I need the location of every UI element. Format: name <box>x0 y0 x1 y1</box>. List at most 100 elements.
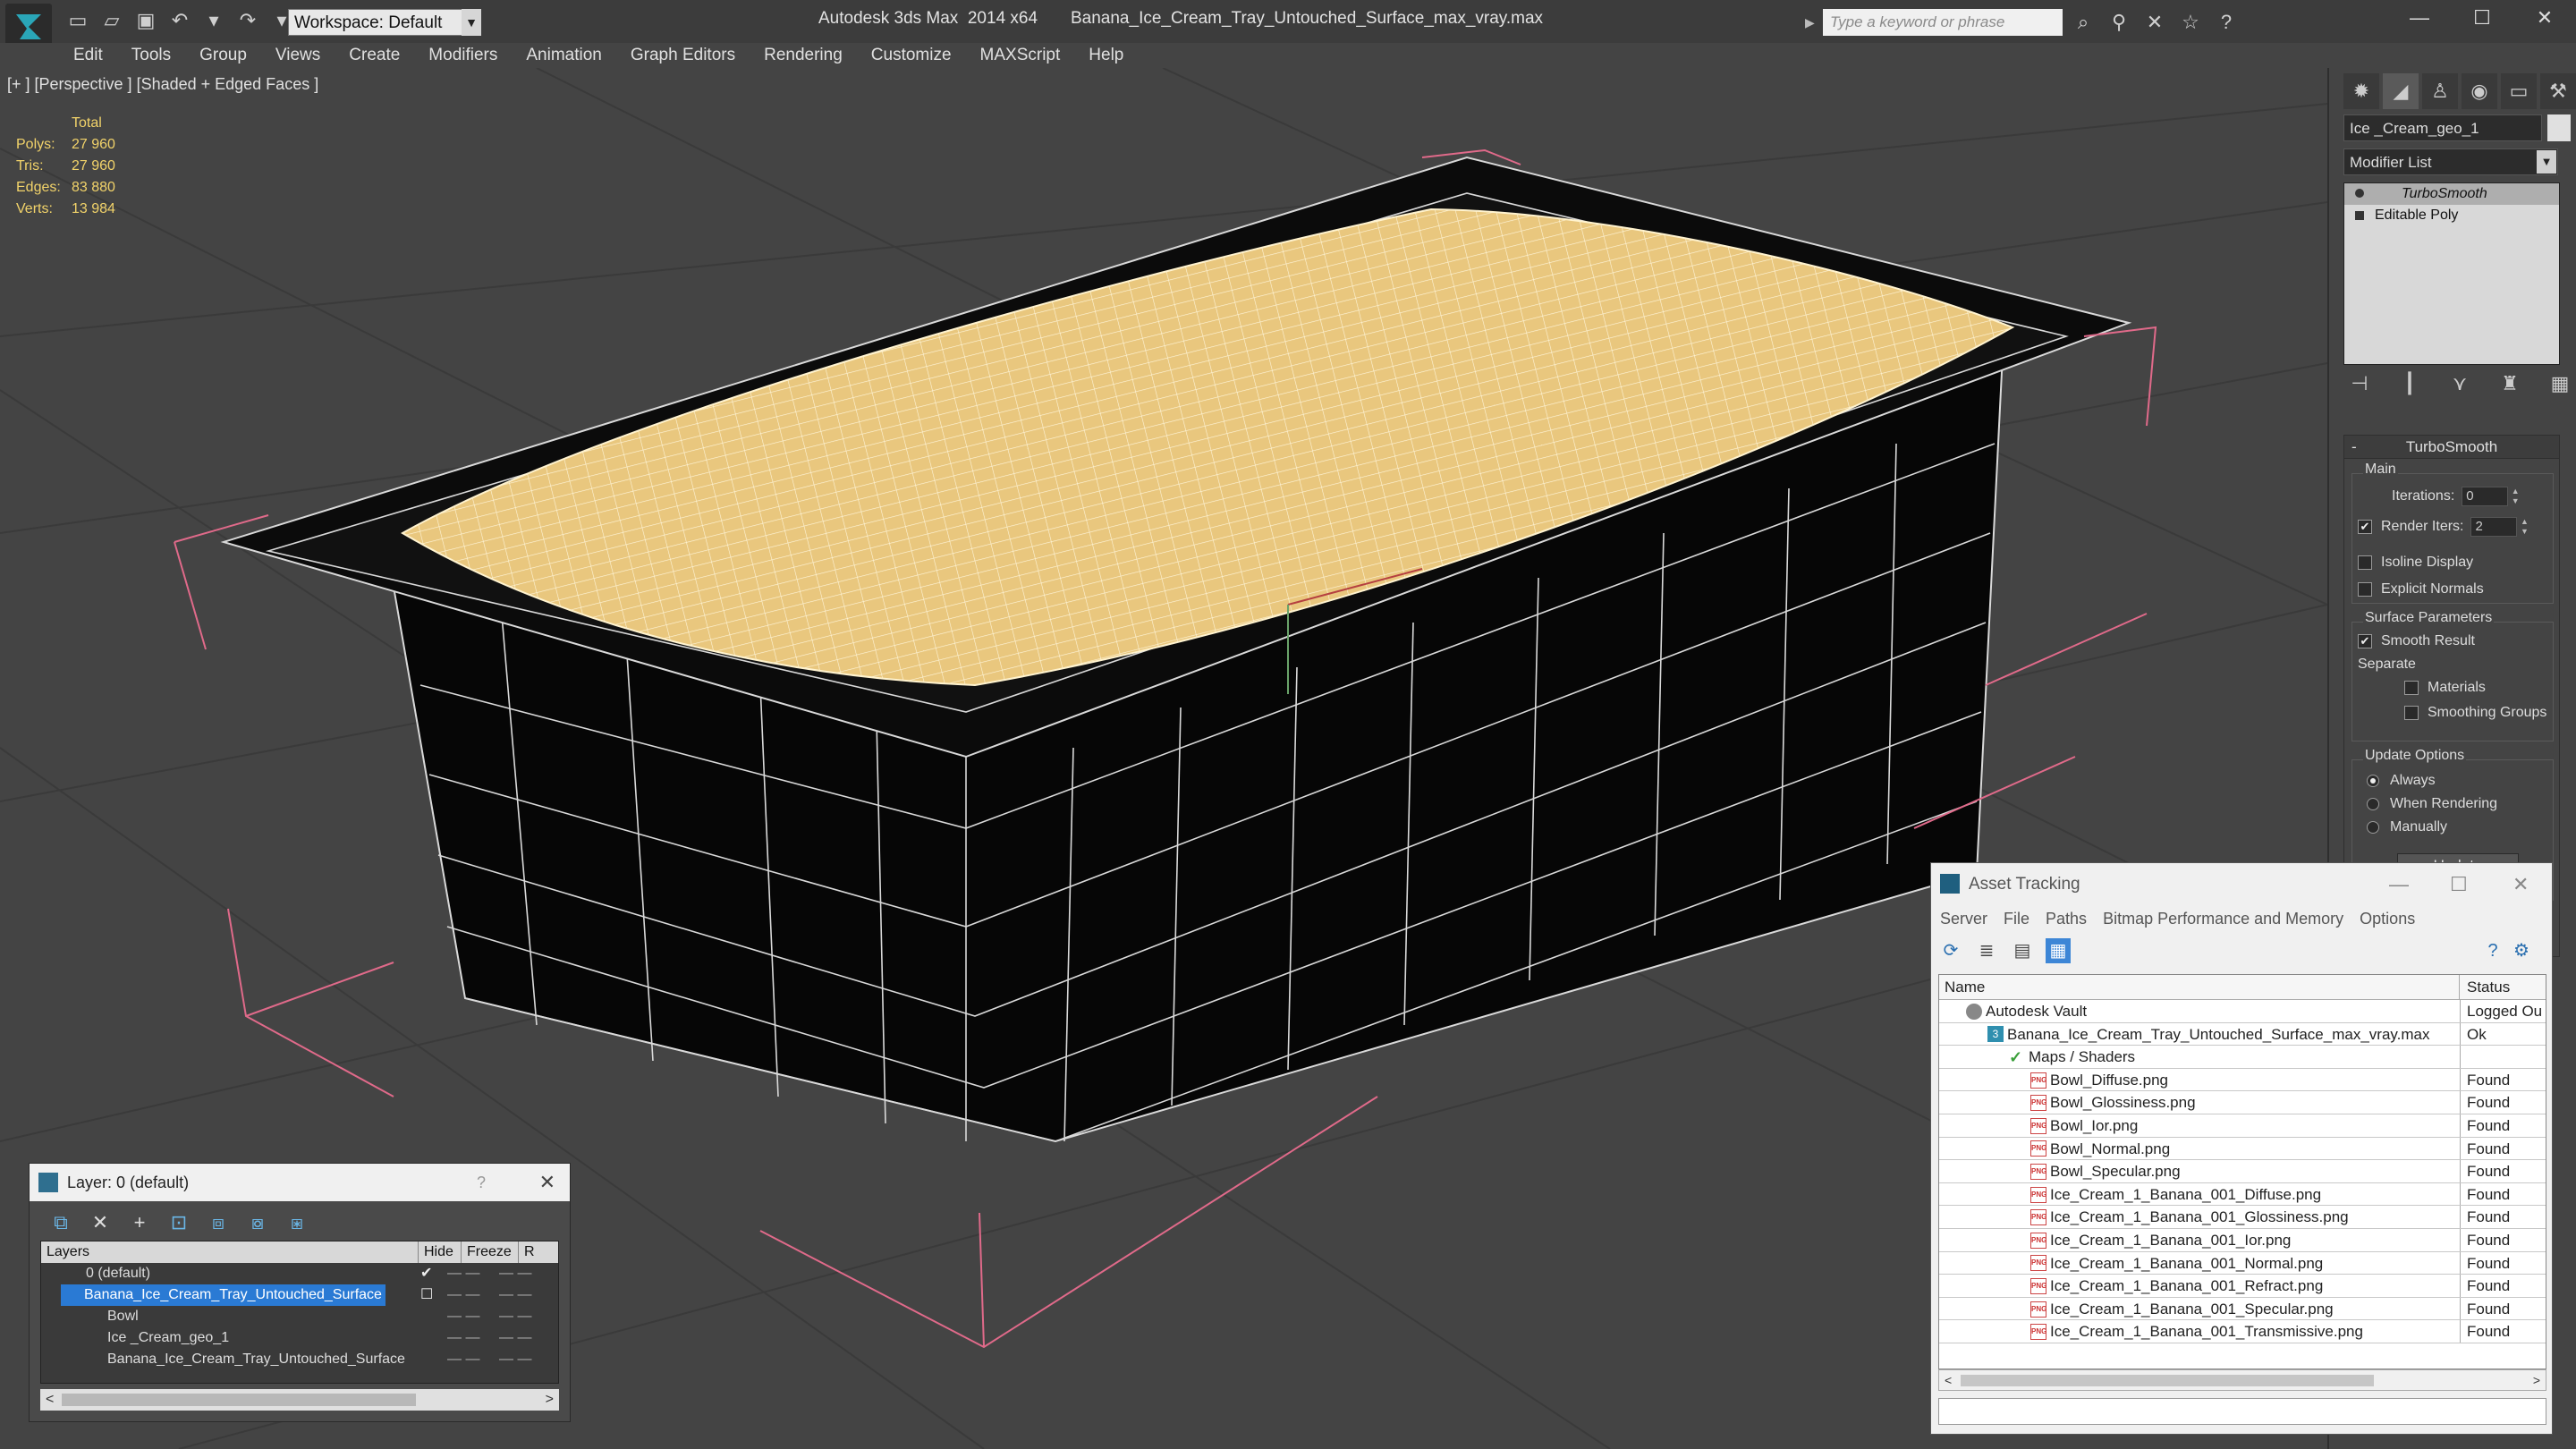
save-icon[interactable]: ▣ <box>132 7 159 34</box>
asset-row[interactable]: PNG Bowl_Diffuse.png Found <box>1939 1068 2546 1092</box>
manually-radio[interactable] <box>2367 821 2379 834</box>
show-end-result-icon[interactable]: ┃ <box>2394 372 2426 399</box>
hide-all-icon[interactable]: ⧇ <box>244 1210 271 1235</box>
remove-modifier-icon[interactable]: ♜ <box>2494 372 2526 399</box>
search-input[interactable]: Type a keyword or phrase <box>1823 9 2063 36</box>
always-radio[interactable] <box>2367 775 2379 787</box>
asset-horizontal-scrollbar[interactable]: < > <box>1938 1369 2546 1391</box>
menu-help[interactable]: Help <box>1074 43 1138 68</box>
asset-row[interactable]: PNG Ice_Cream_1_Banana_001_Diffuse.png Fou… <box>1939 1182 2546 1207</box>
spinner-arrows-icon[interactable]: ▲ ▼ <box>2519 517 2529 537</box>
asset-path-field[interactable] <box>1938 1398 2546 1425</box>
scroll-thumb[interactable] <box>1961 1375 2374 1386</box>
menu-customize[interactable]: Customize <box>857 43 966 68</box>
asset-row[interactable]: PNG Bowl_Normal.png Found <box>1939 1137 2546 1161</box>
search-expand-icon[interactable]: ▶ <box>1805 9 1819 36</box>
utilities-tab-icon[interactable]: ⚒ <box>2540 73 2576 109</box>
layer-row[interactable]: Bowl — — — — <box>41 1306 558 1327</box>
layer-row[interactable]: Banana_Ice_Cream_Tray_Untouched_Surface … <box>41 1284 558 1306</box>
subscription-icon[interactable]: ⚲ <box>2106 9 2132 36</box>
workspace-dropdown[interactable]: Workspace: Default <box>288 9 481 36</box>
smooth-result-checkbox[interactable]: ✔ <box>2358 634 2372 648</box>
chevron-down-icon[interactable]: ▼ <box>462 9 481 36</box>
menu-animation[interactable]: Animation <box>512 43 616 68</box>
layer-dialog-titlebar[interactable]: Layer: 0 (default) ? ✕ <box>30 1164 570 1201</box>
open-file-icon[interactable]: ▱ <box>98 7 125 34</box>
maximize-button[interactable]: ☐ <box>2451 0 2513 39</box>
asset-row[interactable]: 3 Banana_Ice_Cream_Tray_Untouched_Surface… <box>1939 1022 2546 1046</box>
add-to-layer-icon[interactable]: + <box>126 1210 153 1235</box>
layer-row[interactable]: Ice _Cream_geo_1 — — — — <box>41 1327 558 1349</box>
modify-tab-icon[interactable]: ◢ <box>2383 73 2419 109</box>
layer-row[interactable]: 0 (default) ✔ — — — — <box>41 1263 558 1284</box>
menu-options[interactable]: Options <box>2360 906 2415 931</box>
make-unique-icon[interactable]: ⋎ <box>2444 372 2476 399</box>
asset-row[interactable]: PNG Ice_Cream_1_Banana_001_Ior.png Found <box>1939 1228 2546 1252</box>
help-icon[interactable]: ? <box>2213 9 2240 36</box>
column-layers[interactable]: Layers <box>41 1241 419 1263</box>
freeze-all-icon[interactable]: ⧆ <box>284 1210 310 1235</box>
asset-row[interactable]: PNG Bowl_Ior.png Found <box>1939 1114 2546 1138</box>
object-name-field[interactable]: Ice _Cream_geo_1 <box>2343 114 2542 141</box>
binoculars-icon[interactable]: ⌕ <box>2070 9 2097 36</box>
column-freeze[interactable]: Freeze <box>462 1241 519 1263</box>
close-icon[interactable]: ✕ <box>539 1164 555 1201</box>
minimize-button[interactable]: — <box>2388 0 2451 39</box>
create-tab-icon[interactable]: ✹ <box>2343 73 2379 109</box>
new-file-icon[interactable]: ▭ <box>64 7 91 34</box>
menu-graph-editors[interactable]: Graph Editors <box>616 43 750 68</box>
spinner-arrows-icon[interactable]: ▲ ▼ <box>2510 487 2521 506</box>
menu-paths[interactable]: Paths <box>2046 906 2087 931</box>
favorites-star-icon[interactable]: ☆ <box>2177 9 2204 36</box>
column-render[interactable]: R <box>519 1241 555 1263</box>
scroll-right-icon[interactable]: > <box>546 1389 554 1411</box>
layer-row[interactable]: Banana_Ice_Cream_Tray_Untouched_Surface … <box>41 1349 558 1370</box>
delete-layer-icon[interactable]: ✕ <box>87 1210 114 1235</box>
table-view-icon[interactable]: ▦ <box>2046 938 2071 963</box>
redo-icon[interactable]: ↷ <box>234 7 261 34</box>
asset-row[interactable]: Autodesk Vault Logged Ou <box>1939 1000 2546 1023</box>
menu-rendering[interactable]: Rendering <box>750 43 857 68</box>
iterations-spinner[interactable]: 0 <box>2462 487 2509 506</box>
asset-row[interactable]: PNG Ice_Cream_1_Banana_001_Transmissive.p… <box>1939 1320 2546 1343</box>
scroll-left-icon[interactable]: < <box>1945 1370 1952 1390</box>
configure-sets-icon[interactable]: ▦ <box>2544 372 2576 399</box>
viewport-label[interactable]: [+ ] [Perspective ] [Shaded + Edged Face… <box>7 75 318 94</box>
menu-tools[interactable]: Tools <box>117 43 185 68</box>
highlight-layer-icon[interactable]: ⧈ <box>205 1210 232 1235</box>
minimize-button[interactable]: — <box>2389 863 2409 906</box>
chevron-down-icon[interactable]: ▼ <box>2537 150 2556 174</box>
menu-create[interactable]: Create <box>335 43 414 68</box>
hierarchy-tab-icon[interactable]: ♙ <box>2422 73 2458 109</box>
menu-group[interactable]: Group <box>185 43 261 68</box>
layer-horizontal-scrollbar[interactable]: < > <box>40 1389 559 1411</box>
scroll-thumb[interactable] <box>62 1394 416 1406</box>
settings-icon[interactable]: ⚙ <box>2509 938 2534 963</box>
column-status[interactable]: Status <box>2460 975 2510 999</box>
expand-icon[interactable] <box>2355 211 2364 220</box>
asset-tracking-titlebar[interactable]: Asset Tracking — ☐ ✕ <box>1931 863 2552 906</box>
asset-row[interactable]: PNG Ice_Cream_1_Banana_001_Specular.png Fo… <box>1939 1297 2546 1321</box>
render-iters-checkbox[interactable]: ✔ <box>2358 520 2372 534</box>
scroll-right-icon[interactable]: > <box>2533 1370 2540 1390</box>
communication-icon[interactable]: ✕ <box>2141 9 2168 36</box>
create-layer-icon[interactable]: ⧉ <box>47 1210 74 1235</box>
explicit-normals-checkbox[interactable] <box>2358 582 2372 597</box>
menu-bitmap-performance[interactable]: Bitmap Performance and Memory <box>2103 906 2343 931</box>
motion-tab-icon[interactable]: ◉ <box>2462 73 2497 109</box>
menu-views[interactable]: Views <box>261 43 335 68</box>
asset-row[interactable]: PNG Ice_Cream_1_Banana_001_Refract.png Fou… <box>1939 1275 2546 1298</box>
isoline-display-checkbox[interactable] <box>2358 555 2372 570</box>
scroll-left-icon[interactable]: < <box>46 1389 54 1411</box>
pin-stack-icon[interactable]: ⊣ <box>2343 372 2376 399</box>
active-layer-check-icon[interactable]: ✔ <box>420 1263 432 1284</box>
materials-checkbox[interactable] <box>2404 681 2419 695</box>
help-button[interactable]: ? <box>477 1164 486 1201</box>
undo-icon[interactable]: ↶ <box>166 7 193 34</box>
undo-dropdown-icon[interactable]: ▾ <box>200 7 227 34</box>
modifier-list-dropdown[interactable]: Modifier List <box>2343 148 2558 175</box>
asset-row[interactable]: PNG Bowl_Glossiness.png Found <box>1939 1091 2546 1114</box>
stack-item-editable-poly[interactable]: Editable Poly <box>2344 205 2559 226</box>
column-name[interactable]: Name <box>1939 975 2460 999</box>
rollout-header[interactable]: - TurboSmooth <box>2344 436 2559 459</box>
